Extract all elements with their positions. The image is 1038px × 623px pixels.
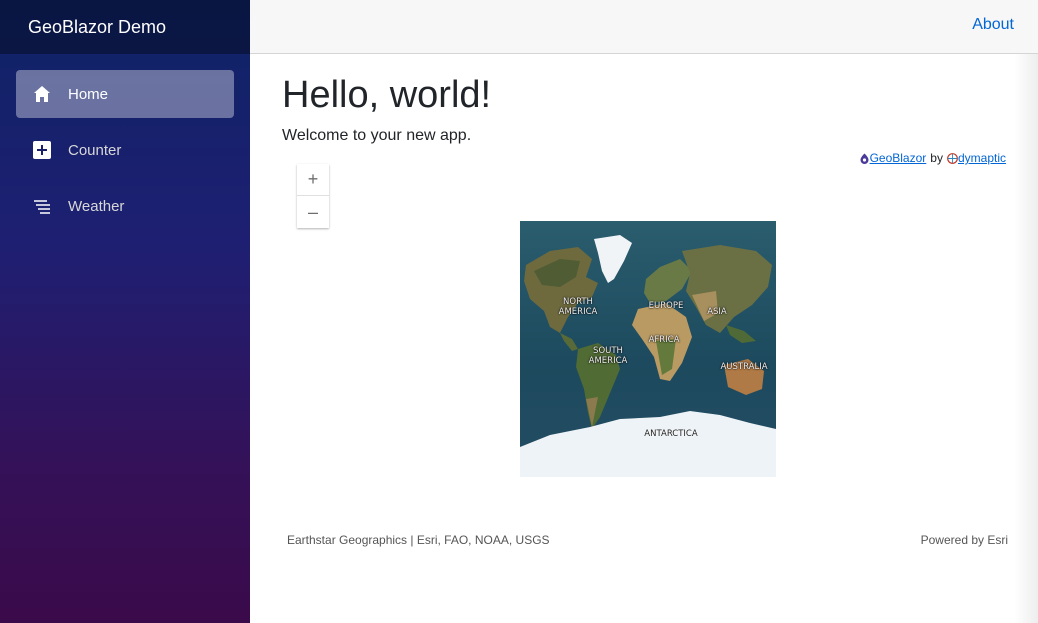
brand-title[interactable]: GeoBlazor Demo xyxy=(28,17,166,38)
geoblazor-link[interactable]: GeoBlazor xyxy=(859,151,927,165)
zoom-control: + – xyxy=(297,164,329,228)
welcome-text: Welcome to your new app. xyxy=(282,127,472,144)
map-label-south-america: SOUTH AMERICA xyxy=(588,346,628,366)
map-label-antarctica: ANTARCTICA xyxy=(644,429,698,439)
map-view[interactable]: NORTH AMERICA EUROPE ASIA AFRICA SOUTH A… xyxy=(520,221,776,477)
credit-line: GeoBlazor by dymaptic xyxy=(859,151,1006,165)
geoblazor-label: GeoBlazor xyxy=(869,151,927,165)
credit-by: by xyxy=(930,151,943,165)
dymaptic-label: dymaptic xyxy=(957,151,1006,165)
nav-menu: Home Counter Weather xyxy=(0,54,250,230)
sidebar: GeoBlazor Demo Home Counter Weather xyxy=(0,0,250,623)
dymaptic-logo-icon xyxy=(947,152,958,164)
map-label-europe: EUROPE xyxy=(648,301,684,311)
powered-by-esri[interactable]: Powered by Esri xyxy=(921,533,1008,547)
zoom-in-button[interactable]: + xyxy=(297,164,329,196)
about-link[interactable]: About xyxy=(972,16,1014,34)
nav-item-weather[interactable]: Weather xyxy=(16,182,234,230)
plus-square-icon xyxy=(32,140,52,160)
map-label-asia: ASIA xyxy=(707,307,727,317)
geoblazor-logo-icon xyxy=(860,153,869,164)
nav-item-home[interactable]: Home xyxy=(16,70,234,118)
nav-item-label: Weather xyxy=(68,197,125,215)
page-title: Hello, world! xyxy=(282,74,492,116)
brand-bar: GeoBlazor Demo xyxy=(0,0,250,54)
map-label-africa: AFRICA xyxy=(648,335,680,345)
zoom-out-button[interactable]: – xyxy=(297,196,329,228)
map-label-australia: AUSTRALIA xyxy=(720,362,768,372)
main-content: Hello, world! Welcome to your new app. G… xyxy=(250,54,1038,623)
nav-item-counter[interactable]: Counter xyxy=(16,126,234,174)
nav-item-label: Counter xyxy=(68,141,122,159)
map-label-north-america: NORTH AMERICA xyxy=(558,297,598,317)
top-bar: About xyxy=(250,0,1038,54)
dymaptic-link[interactable]: dymaptic xyxy=(947,151,1006,165)
map-attribution[interactable]: Earthstar Geographics | Esri, FAO, NOAA,… xyxy=(287,533,550,547)
home-icon xyxy=(32,84,52,104)
right-edge-shadow xyxy=(1014,54,1038,623)
nav-item-label: Home xyxy=(68,85,109,103)
list-lines-icon xyxy=(32,196,52,216)
